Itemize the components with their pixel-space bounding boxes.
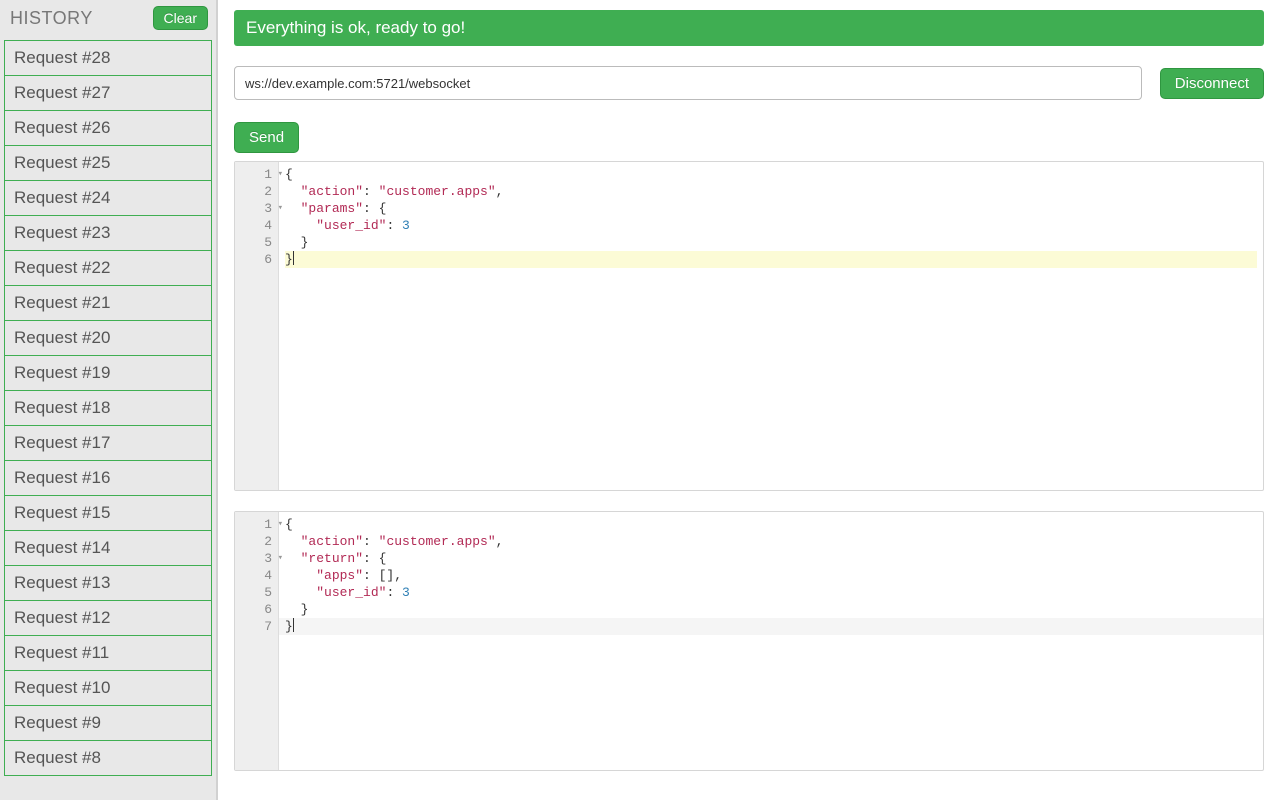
history-item[interactable]: Request #22 <box>4 250 212 286</box>
history-item[interactable]: Request #28 <box>4 40 212 76</box>
history-item[interactable]: Request #21 <box>4 285 212 321</box>
history-sidebar: HISTORY Clear Request #28Request #27Requ… <box>0 0 218 800</box>
history-item[interactable]: Request #8 <box>4 740 212 776</box>
history-item[interactable]: Request #12 <box>4 600 212 636</box>
status-banner: Everything is ok, ready to go! <box>234 10 1264 46</box>
history-item[interactable]: Request #24 <box>4 180 212 216</box>
history-item[interactable]: Request #26 <box>4 110 212 146</box>
connection-row: Disconnect <box>234 66 1264 100</box>
history-item[interactable]: Request #13 <box>4 565 212 601</box>
history-item[interactable]: Request #10 <box>4 670 212 706</box>
response-code[interactable]: { "action": "customer.apps", "return": {… <box>279 512 1263 770</box>
send-row: Send <box>234 122 1264 153</box>
send-button[interactable]: Send <box>234 122 299 153</box>
history-item[interactable]: Request #18 <box>4 390 212 426</box>
clear-history-button[interactable]: Clear <box>153 6 208 30</box>
response-editor[interactable]: 1234567 { "action": "customer.apps", "re… <box>234 511 1264 771</box>
history-item[interactable]: Request #9 <box>4 705 212 741</box>
disconnect-button[interactable]: Disconnect <box>1160 68 1264 99</box>
history-item[interactable]: Request #11 <box>4 635 212 671</box>
history-item[interactable]: Request #27 <box>4 75 212 111</box>
request-editor[interactable]: 123456 { "action": "customer.apps", "par… <box>234 161 1264 491</box>
response-gutter: 1234567 <box>235 512 279 770</box>
history-item[interactable]: Request #25 <box>4 145 212 181</box>
history-item[interactable]: Request #16 <box>4 460 212 496</box>
request-code[interactable]: { "action": "customer.apps", "params": {… <box>279 162 1263 490</box>
main-pane: Everything is ok, ready to go! Disconnec… <box>218 0 1280 800</box>
history-title: HISTORY <box>10 8 93 29</box>
history-item[interactable]: Request #23 <box>4 215 212 251</box>
websocket-url-input[interactable] <box>234 66 1142 100</box>
history-item[interactable]: Request #14 <box>4 530 212 566</box>
history-item[interactable]: Request #17 <box>4 425 212 461</box>
history-header: HISTORY Clear <box>0 0 216 40</box>
request-gutter: 123456 <box>235 162 279 490</box>
history-list[interactable]: Request #28Request #27Request #26Request… <box>4 40 212 800</box>
history-item[interactable]: Request #19 <box>4 355 212 391</box>
history-item[interactable]: Request #15 <box>4 495 212 531</box>
history-item[interactable]: Request #20 <box>4 320 212 356</box>
